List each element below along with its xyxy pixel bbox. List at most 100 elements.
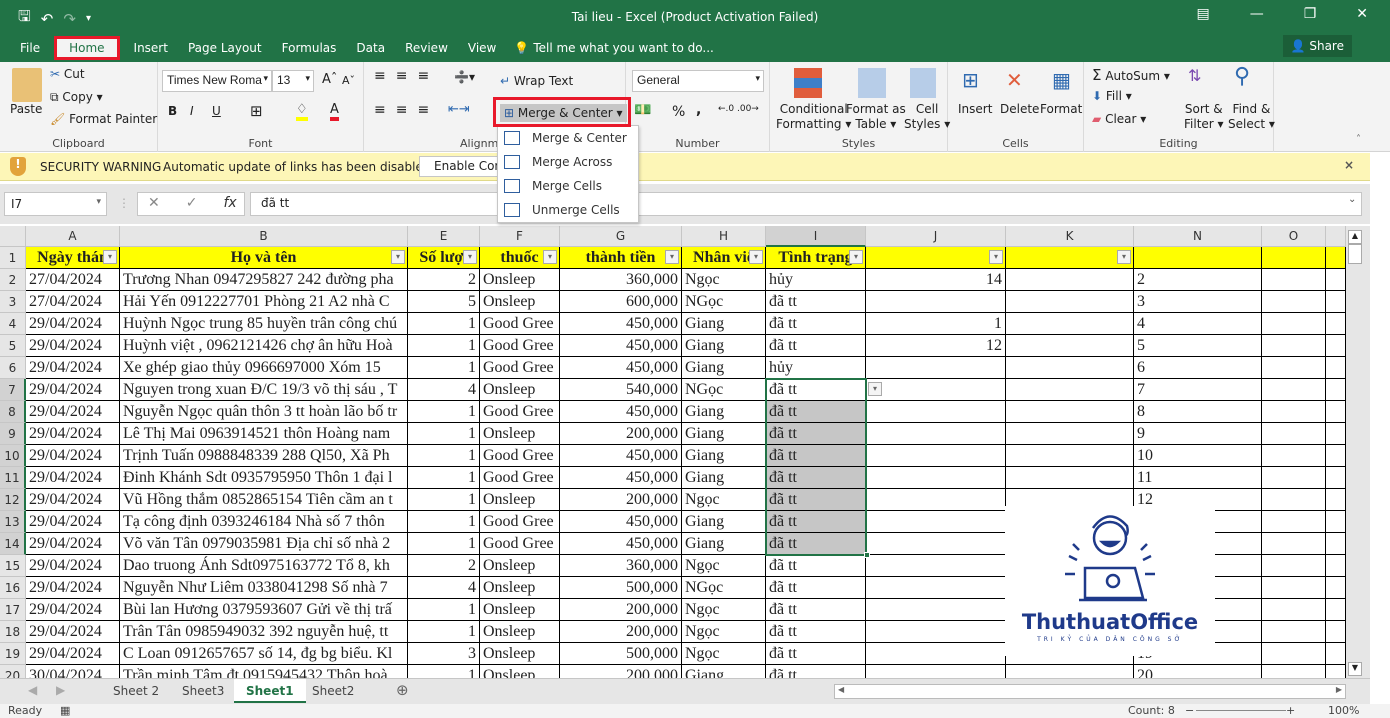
cell-g[interactable]: 500,000 (560, 643, 682, 665)
cell-p[interactable] (1326, 445, 1346, 467)
row-header[interactable]: 6 (0, 357, 26, 379)
cut-button[interactable]: ✂ Cut (50, 67, 85, 81)
cell-k[interactable] (1006, 401, 1134, 423)
close-icon[interactable]: ✕ (1356, 6, 1368, 22)
cell-p[interactable] (1326, 467, 1346, 489)
column-header[interactable]: G (560, 226, 682, 247)
header-cell[interactable]: Họ và tên ▾ (120, 247, 408, 269)
increase-font-icon[interactable]: Aˆ (322, 72, 337, 87)
horizontal-align-icons[interactable]: ≡≡≡ (374, 102, 439, 118)
font-name-select[interactable]: Times New Roma ▾ (162, 70, 272, 92)
comma-button[interactable]: , (696, 102, 701, 118)
column-header[interactable]: N (1134, 226, 1262, 247)
cell-j[interactable]: 1 (866, 313, 1006, 335)
cell-o[interactable] (1262, 621, 1326, 643)
insert-function-icon[interactable]: fx (223, 195, 236, 213)
cell-i[interactable]: đã tt (766, 445, 866, 467)
cell-f[interactable]: Onsleep (480, 489, 560, 511)
cell-b[interactable]: Nguyễn Ngọc quân thôn 3 tt hoàn lão bố t… (120, 401, 408, 423)
cell-h[interactable]: Ngọc (682, 621, 766, 643)
cell-i[interactable]: đã tt (766, 577, 866, 599)
vertical-align-icons[interactable]: ≡≡≡ (374, 68, 439, 84)
cell-f[interactable]: Onsleep (480, 269, 560, 291)
column-header[interactable]: I (766, 226, 866, 247)
cell-j[interactable] (866, 577, 1006, 599)
cell-n[interactable]: 4 (1134, 313, 1262, 335)
zoom-slider[interactable] (1196, 710, 1286, 711)
cell-i[interactable]: đã tt (766, 621, 866, 643)
cell-p[interactable] (1326, 379, 1346, 401)
italic-button[interactable]: I (190, 104, 194, 118)
cell-g[interactable]: 200,000 (560, 423, 682, 445)
menu-item-merge-across[interactable]: Merge Across (498, 150, 638, 174)
cell-e[interactable]: 5 (408, 291, 480, 313)
cell-h[interactable]: Giang (682, 335, 766, 357)
cell-j[interactable] (866, 555, 1006, 577)
cell-h[interactable]: Giang (682, 533, 766, 555)
cell-h[interactable]: Giang (682, 313, 766, 335)
header-cell[interactable]: Nhân viê ▾ (682, 247, 766, 269)
cell-i[interactable]: hủy (766, 357, 866, 379)
cell-k[interactable] (1006, 665, 1134, 678)
fill-handle[interactable] (864, 552, 870, 558)
tab-file[interactable]: File (10, 36, 50, 60)
header-cell[interactable]: ▾ (1006, 247, 1134, 269)
enable-content-button[interactable]: Enable Content (419, 156, 499, 177)
cell-o[interactable] (1262, 379, 1326, 401)
cell-i[interactable]: hủy (766, 269, 866, 291)
cell-g[interactable]: 200,000 (560, 489, 682, 511)
cell-o[interactable] (1262, 445, 1326, 467)
cell-b[interactable]: Tạ công định 0393246184 Nhà số 7 thôn (120, 511, 408, 533)
cell-e[interactable]: 4 (408, 577, 480, 599)
cell-k[interactable] (1006, 313, 1134, 335)
horizontal-scrollbar[interactable]: ◀ ▶ (834, 684, 1346, 699)
cell-o[interactable] (1262, 291, 1326, 313)
cell-e[interactable]: 1 (408, 533, 480, 555)
row-header[interactable]: 11 (0, 467, 26, 489)
row-header[interactable]: 16 (0, 577, 26, 599)
header-cell[interactable]: thành tiền ▾ (560, 247, 682, 269)
header-cell[interactable]: thuốc ▾ (480, 247, 560, 269)
cell-b[interactable]: Hải Yến 0912227701 Phòng 21 A2 nhà C (120, 291, 408, 313)
cell-j[interactable] (866, 357, 1006, 379)
format-as-table-button[interactable]: Format as Table ▾ (846, 102, 906, 132)
row-header[interactable]: 19 (0, 643, 26, 665)
cell-f[interactable]: Good Gree (480, 511, 560, 533)
fill-button[interactable]: ⬇ Fill ▾ (1092, 89, 1132, 103)
currency-icon[interactable]: 💵 (634, 102, 651, 118)
percent-button[interactable]: % (672, 104, 685, 120)
cell-o[interactable] (1262, 577, 1326, 599)
cell-i[interactable]: đã tt (766, 379, 866, 401)
filter-dropdown-icon[interactable]: ▾ (543, 250, 557, 264)
filter-dropdown-icon[interactable]: ▾ (849, 250, 863, 264)
filter-dropdown-icon[interactable]: ▾ (463, 250, 477, 264)
new-sheet-icon[interactable]: ⊕ (396, 681, 409, 699)
cell-j[interactable]: 14 (866, 269, 1006, 291)
autosum-button[interactable]: Σ AutoSum ▾ (1092, 66, 1170, 84)
cell-g[interactable]: 450,000 (560, 313, 682, 335)
cell-j[interactable] (866, 291, 1006, 313)
cell-h[interactable]: Ngọc (682, 599, 766, 621)
column-header[interactable]: B (120, 226, 408, 247)
cell-h[interactable]: Ngọc (682, 489, 766, 511)
cell-f[interactable]: Onsleep (480, 621, 560, 643)
cell-b[interactable]: Dao truong Ánh Sdt0975163772 Tổ 8, kh (120, 555, 408, 577)
ribbon-display-icon[interactable]: ▤ (1196, 6, 1209, 22)
cell-a[interactable]: 29/04/2024 (26, 335, 120, 357)
collapse-ribbon-icon[interactable]: ˄ (1356, 134, 1361, 145)
cell-o[interactable] (1262, 357, 1326, 379)
cell-p[interactable] (1326, 511, 1346, 533)
cell-o[interactable] (1262, 489, 1326, 511)
cell-p[interactable] (1326, 533, 1346, 555)
filter-dropdown-icon[interactable]: ▾ (989, 250, 1003, 264)
tab-formulas[interactable]: Formulas (272, 36, 347, 60)
cell-k[interactable] (1006, 423, 1134, 445)
header-cell[interactable] (1326, 247, 1346, 269)
cell-j[interactable] (866, 401, 1006, 423)
filter-dropdown-icon[interactable]: ▾ (665, 250, 679, 264)
cell-b[interactable]: Nguyen trong xuan Đ/C 19/3 võ thị sáu , … (120, 379, 408, 401)
cell-n[interactable]: 8 (1134, 401, 1262, 423)
cell-k[interactable] (1006, 445, 1134, 467)
filter-dropdown-icon[interactable]: ▾ (749, 250, 763, 264)
row-header[interactable]: 10 (0, 445, 26, 467)
